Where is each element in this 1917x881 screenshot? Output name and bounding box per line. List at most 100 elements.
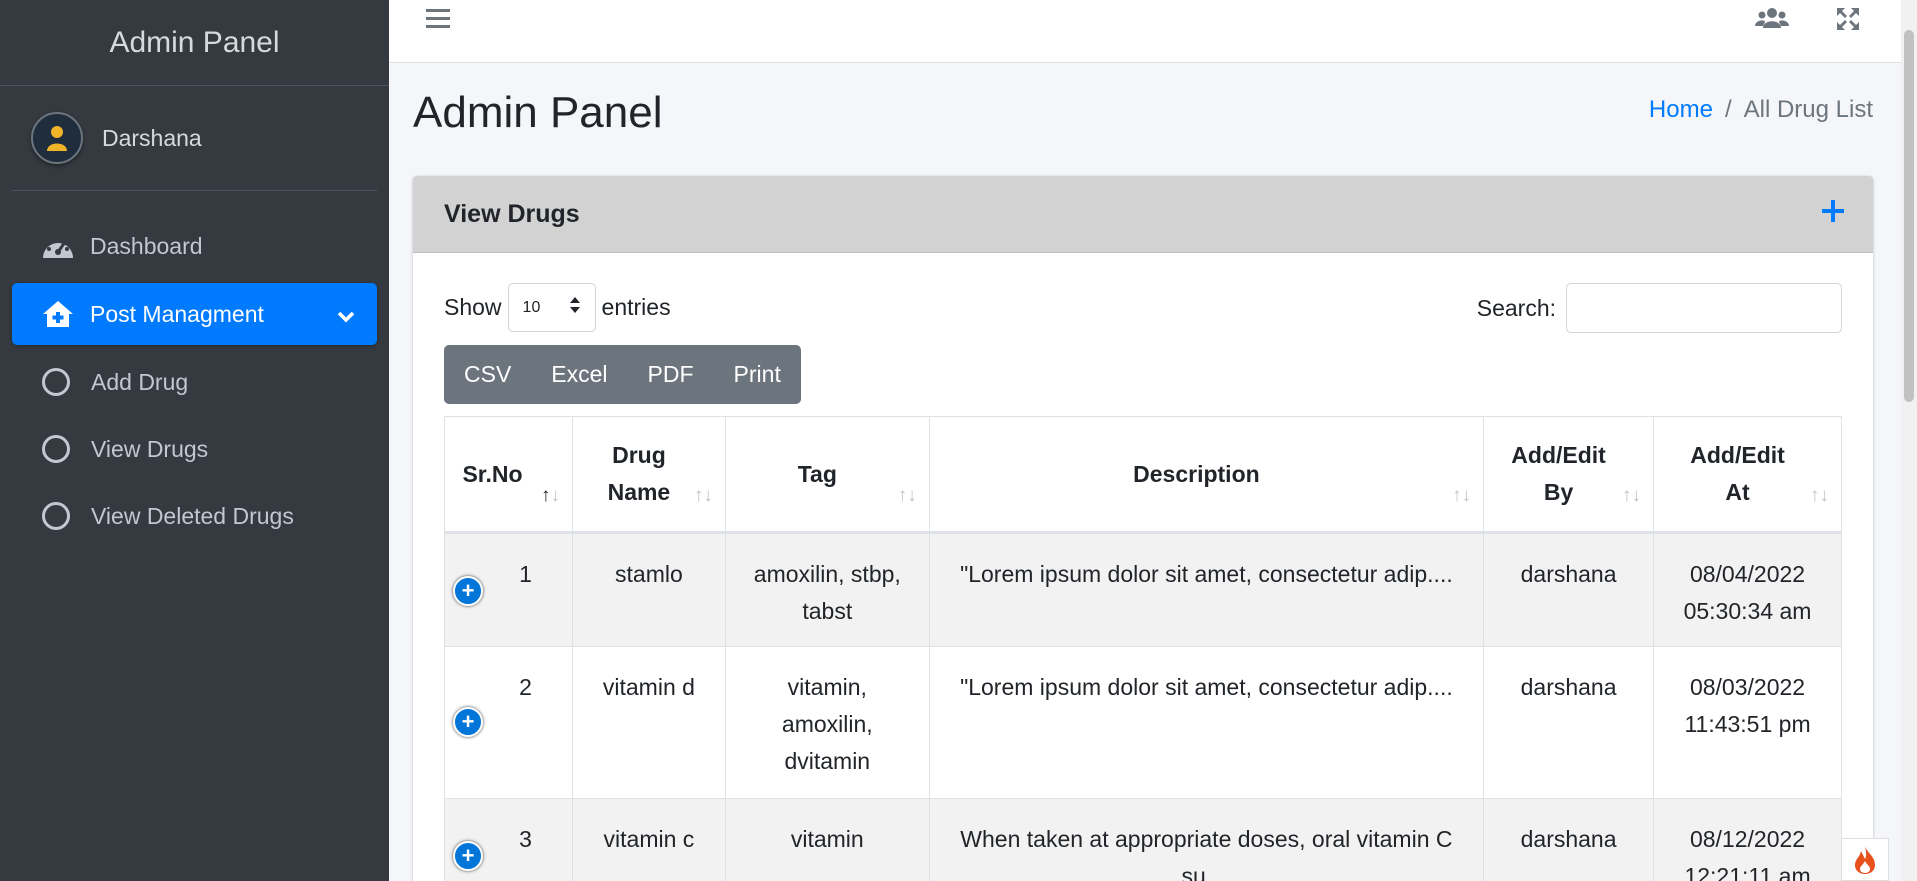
column-header-tag[interactable]: Tag ↑↓ [724, 416, 930, 534]
entries-select[interactable]: 10 [507, 283, 596, 332]
excel-button[interactable]: Excel [531, 345, 627, 404]
sort-icon: ↑↓ [1452, 485, 1472, 506]
column-header-description[interactable]: Description ↑↓ [928, 416, 1485, 534]
column-header-label: By [1543, 479, 1574, 505]
export-button-group: CSV Excel PDF Print [444, 345, 801, 404]
table-row[interactable]: + 1 stamlo amoxilin, stbp, tabst "Lorem i… [444, 532, 1842, 647]
cell-text: tabst [802, 598, 853, 624]
fire-widget-icon[interactable] [1841, 838, 1889, 881]
sidebar-item-view-drugs[interactable]: View Drugs [12, 418, 377, 480]
hamburger-menu-icon[interactable] [425, 4, 451, 38]
cell-text: 08/12/2022 [1689, 826, 1806, 852]
sort-icon: ↑↓ [1810, 485, 1829, 506]
show-label: Show [444, 294, 502, 320]
dashboard-gauge-icon [40, 231, 76, 261]
cell-text: 2 [519, 674, 532, 700]
cell-text: su.... [1181, 863, 1232, 881]
page-scrollbar[interactable] [1901, 0, 1917, 881]
cell-add-edit-by: darshana [1483, 646, 1655, 799]
brand-title[interactable]: Admin Panel [0, 0, 389, 86]
expand-row-plus-icon[interactable]: + [453, 576, 483, 606]
user-name[interactable]: Darshana [102, 125, 202, 152]
entries-length-control: Show 10 entries [444, 283, 671, 332]
sidebar-nav: Dashboard Post Managment Add Drug View D… [0, 215, 389, 547]
search-input[interactable] [1566, 283, 1842, 333]
cell-text: 11:43:51 pm [1684, 711, 1811, 737]
expand-row-plus-icon[interactable]: + [453, 707, 483, 737]
top-navbar [389, 0, 1901, 63]
chevron-down-icon [337, 303, 355, 330]
card-header: View Drugs [413, 176, 1873, 253]
cell-add-edit-by: darshana [1483, 798, 1655, 881]
breadcrumb-home-link[interactable]: Home [1649, 96, 1713, 123]
sidebar-item-post-management-label: Post Managment [90, 300, 264, 327]
page-title: Admin Panel [413, 88, 663, 137]
cell-drug-name: vitamin c [571, 798, 726, 881]
cell-add-edit-at: 08/12/2022 12:21:11 am [1653, 798, 1842, 881]
column-header-label: Tag [797, 460, 837, 487]
cell-text: 08/03/2022 [1689, 674, 1806, 700]
sidebar-item-dashboard-label: Dashboard [90, 232, 203, 259]
search-label: Search: [1476, 294, 1556, 321]
drugs-table: Sr.No ↑↓ Drug Name ↑↓ Tag ↑↓ Description … [444, 416, 1842, 881]
column-header-add-edit-by[interactable]: Add/Edit By ↑↓ [1483, 416, 1655, 534]
cell-text: 1 [519, 561, 532, 587]
cell-text: amoxilin, [781, 711, 873, 737]
breadcrumb: Home / All Drug List [1649, 96, 1873, 124]
cell-text: 12:21:11 am [1684, 863, 1811, 881]
table-row[interactable]: + 3 vitamin c vitamin When taken at appr… [444, 798, 1842, 881]
search-control: Search: [1477, 283, 1842, 333]
cell-text: When taken at appropriate doses, oral vi… [960, 826, 1453, 852]
sort-icon: ↑↓ [1622, 485, 1642, 506]
table-row[interactable]: + 2 vitamin d vitamin, amoxilin, dvitamin … [444, 646, 1842, 799]
sort-icon: ↑↓ [693, 485, 713, 506]
sidebar-item-add-drug-label: Add Drug [91, 368, 189, 395]
user-panel[interactable]: Darshana [12, 86, 377, 191]
expand-row-plus-icon[interactable]: + [453, 841, 483, 871]
column-header-label: Description [1133, 460, 1260, 487]
cell-add-edit-at: 08/04/2022 05:30:34 am [1653, 532, 1842, 647]
cell-sr-no: + 1 [444, 532, 573, 647]
pdf-button[interactable]: PDF [628, 345, 714, 404]
add-plus-icon[interactable] [1821, 192, 1845, 230]
column-header-add-edit-at[interactable]: Add/Edit At ↑↓ [1653, 416, 1842, 534]
cell-text: vitamin, [787, 674, 867, 700]
sidebar-item-view-deleted-drugs[interactable]: View Deleted Drugs [12, 485, 377, 547]
cell-description: "Lorem ipsum dolor sit amet, consectetur… [928, 532, 1485, 647]
sidebar-item-add-drug[interactable]: Add Drug [12, 351, 377, 413]
fullscreen-expand-icon[interactable] [1835, 6, 1861, 37]
clinic-house-icon [40, 299, 76, 329]
cell-drug-name: stamlo [571, 532, 726, 647]
circle-icon [42, 368, 70, 396]
sidebar-item-view-drugs-label: View Drugs [91, 435, 209, 462]
cell-sr-no: + 2 [444, 646, 573, 799]
cell-text: 08/04/2022 [1689, 561, 1806, 587]
csv-button[interactable]: CSV [444, 345, 531, 404]
column-header-label: Add/Edit [1511, 442, 1606, 468]
cell-text: dvitamin [784, 748, 871, 774]
entries-label: entries [601, 294, 671, 320]
card-title: View Drugs [444, 199, 580, 228]
sort-icon: ↑↓ [897, 485, 917, 506]
cell-sr-no: + 3 [444, 798, 573, 881]
user-avatar-icon[interactable] [31, 112, 83, 164]
sidebar-item-view-deleted-drugs-label: View Deleted Drugs [91, 502, 294, 529]
column-header-drug-name[interactable]: Drug Name ↑↓ [571, 416, 726, 534]
circle-icon [42, 435, 70, 463]
table-header-row: Sr.No ↑↓ Drug Name ↑↓ Tag ↑↓ Description … [444, 416, 1842, 534]
cell-tag: vitamin [724, 798, 930, 881]
column-header-sr-no[interactable]: Sr.No ↑↓ [444, 416, 573, 534]
entries-select-value: 10 [522, 298, 541, 316]
print-button[interactable]: Print [714, 345, 801, 404]
sort-ascending-icon: ↑↓ [540, 485, 560, 506]
view-drugs-card: View Drugs Show 10 entries Search: CSV E… [413, 176, 1873, 881]
column-header-label: Add/Edit [1690, 442, 1785, 468]
circle-icon [42, 502, 70, 530]
users-icon[interactable] [1755, 6, 1789, 35]
column-header-label: Sr.No [462, 460, 523, 487]
cell-text: amoxilin, stbp, [753, 561, 901, 587]
scrollbar-thumb[interactable] [1904, 30, 1914, 402]
sidebar-item-dashboard[interactable]: Dashboard [12, 215, 377, 277]
breadcrumb-current: All Drug List [1743, 96, 1873, 123]
sidebar-item-post-management[interactable]: Post Managment [12, 283, 377, 345]
